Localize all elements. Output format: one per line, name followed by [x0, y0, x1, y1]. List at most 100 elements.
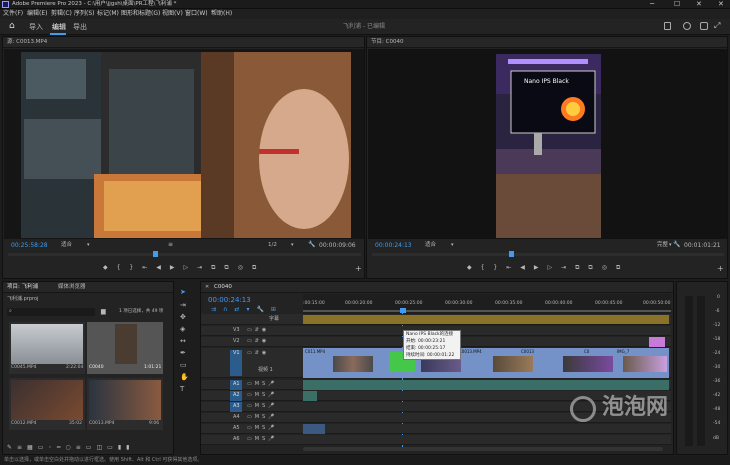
program-scrubber[interactable]	[372, 253, 724, 256]
minimize-button[interactable]: ─	[650, 1, 654, 8]
source-resolution[interactable]: 1/2	[268, 242, 277, 249]
pen-tool-icon[interactable]: ✒	[180, 350, 186, 357]
program-tab[interactable]: 节目: C0040	[371, 39, 403, 46]
project-item-duration: 9:06	[149, 421, 160, 426]
hand-tool-icon[interactable]: ✋	[180, 374, 189, 381]
chevron-down-icon[interactable]: ▾	[87, 243, 90, 248]
meter-scale-label: -48	[713, 407, 721, 412]
source-playhead[interactable]	[153, 251, 158, 257]
program-duration: 00:01:01:21	[684, 242, 721, 249]
wrench-icon[interactable]: 🔧	[673, 242, 680, 248]
settings-icon[interactable]: ≡	[168, 242, 173, 248]
project-item-name: C0040	[89, 365, 104, 370]
tab-export[interactable]: 导出	[73, 24, 87, 31]
fullscreen-icon[interactable]: ⤢	[714, 22, 720, 30]
track-controls[interactable]: ▭⇵◉	[247, 328, 269, 333]
project-bottom-toolbar[interactable]: ✎≡▦▭◦━○≡▭◫▭▮▮	[7, 445, 134, 451]
wrench-icon[interactable]: 🔧	[308, 242, 315, 248]
ruler-label: 00:00:50:00	[643, 301, 671, 306]
add-button-icon[interactable]: +	[355, 265, 362, 273]
watermark: 泡泡网	[570, 392, 700, 426]
project-tab[interactable]: 项目: 飞利浦	[7, 284, 38, 291]
source-viewer[interactable]	[4, 49, 364, 239]
project-item-selected[interactable]: C0040 1:01:21	[87, 322, 163, 374]
quick-export-icon[interactable]	[664, 22, 671, 30]
menu-view[interactable]: 视图(V)	[162, 11, 183, 17]
chevron-down-icon[interactable]: ▾	[669, 243, 672, 248]
menu-help[interactable]: 帮助(H)	[211, 11, 232, 17]
maximize-button[interactable]: ☐	[674, 1, 680, 8]
close-icon[interactable]: ✕	[205, 285, 209, 290]
v1-clips-area[interactable]: C011.MP4 C0013.MP4 C0013 C0 IMG_7	[303, 348, 669, 378]
program-viewer[interactable]: Nano IPS Black	[368, 49, 727, 239]
project-item[interactable]: C0012.MP4 35:02	[9, 378, 85, 430]
home-icon[interactable]: ⌂	[9, 22, 15, 31]
track-controls[interactable]: ▭MS🎤	[247, 404, 277, 409]
time-ruler[interactable]: :00:15:00 00:00:20:00 00:00:25:00 00:00:…	[303, 294, 671, 314]
track-controls[interactable]: ▭MS🎤	[247, 426, 277, 431]
menu-clip[interactable]: 剪辑(C)	[51, 11, 72, 17]
track-controls[interactable]: ▭MS🎤	[247, 415, 277, 420]
slip-tool-icon[interactable]: ↔	[180, 338, 186, 345]
tab-import[interactable]: 导入	[29, 24, 43, 31]
menu-edit[interactable]: 编辑(E)	[27, 11, 47, 17]
chevron-down-icon[interactable]: ▾	[291, 243, 294, 248]
menu-marker[interactable]: 标记(M)	[97, 11, 119, 17]
sequence-tab[interactable]: C0040	[214, 284, 232, 291]
source-fit-dropdown[interactable]: 适合	[61, 242, 72, 249]
audio-clip[interactable]	[303, 380, 669, 390]
track-select-tool-icon[interactable]: ⇥	[180, 302, 186, 309]
chevron-down-icon[interactable]: ▾	[451, 243, 454, 248]
project-item[interactable]: C0045.MP4 2:22:04	[9, 322, 85, 374]
program-timecode[interactable]: 00:00:24:13	[375, 243, 412, 249]
extra-close-button[interactable]: ✕	[718, 1, 724, 8]
program-quality-dropdown[interactable]: 完整	[657, 242, 668, 249]
track-controls[interactable]: ▭MS🎤	[247, 382, 277, 387]
help-icon[interactable]	[683, 22, 691, 30]
watermark-logo-icon	[570, 396, 596, 422]
track-controls[interactable]: ▭MS🎤	[247, 437, 277, 442]
audio-clip[interactable]	[303, 424, 325, 434]
source-transport-controls[interactable]: ◆{}⇤◀▶▷⇥⧉⧉◎⧉	[103, 265, 265, 271]
project-search-input[interactable]: ⌕	[7, 308, 95, 316]
timeline-scrollbar[interactable]	[303, 447, 663, 451]
selection-tool-icon[interactable]: ➤	[180, 289, 186, 296]
subtitle-clip[interactable]	[303, 315, 669, 324]
source-timecode[interactable]: 00:25:58:28	[11, 243, 48, 249]
ripple-edit-tool-icon[interactable]: ✥	[180, 314, 186, 321]
rectangle-tool-icon[interactable]: ▭	[180, 362, 187, 369]
program-playhead[interactable]	[509, 251, 514, 257]
source-monitor-header: 源: C0013.MP4	[3, 37, 364, 48]
track-controls[interactable]: ▭MS🎤	[247, 393, 277, 398]
tooltip-line: 开始: 00:00:23:21	[406, 339, 446, 344]
timeline-settings-icons[interactable]: ⇉∩⇄▾🔧⊞	[211, 307, 283, 313]
notification-icon[interactable]	[700, 22, 708, 30]
menu-file[interactable]: 文件(F)	[3, 11, 23, 17]
type-tool-icon[interactable]: T	[180, 386, 184, 393]
track-controls[interactable]: ▭⇵◉	[247, 339, 269, 344]
menu-graphics[interactable]: 图形和标题(G)	[121, 11, 160, 17]
clip-v2[interactable]	[649, 337, 665, 347]
meter-scale-label: -6	[715, 309, 720, 314]
razor-tool-icon[interactable]: ◈	[180, 326, 185, 333]
media-browser-tab[interactable]: 媒体浏览器	[58, 284, 86, 291]
audio-clip[interactable]	[303, 391, 317, 401]
track-controls[interactable]: ▭⇵◉	[247, 351, 269, 356]
menu-bar: 文件(F) 编辑(E) 剪辑(C) 序列(S) 标记(M) 图形和标题(G) 视…	[0, 9, 730, 19]
work-area-bar[interactable]	[303, 310, 671, 312]
source-tab[interactable]: 源: C0013.MP4	[7, 39, 47, 46]
timeline-playhead-handle[interactable]	[400, 308, 406, 313]
window-title: Adobe Premiere Pro 2023 - C:\用户\jjgsh\桌面…	[12, 1, 177, 7]
source-scrubber[interactable]	[8, 253, 361, 256]
project-item[interactable]: C0013.MP4 9:06	[87, 378, 163, 430]
close-button[interactable]: ✕	[696, 1, 702, 8]
timeline-timecode[interactable]: 00:00:24:13	[208, 297, 251, 304]
menu-window[interactable]: 窗口(W)	[185, 11, 208, 17]
track-label: V1	[233, 350, 240, 356]
tab-edit[interactable]: 编辑	[52, 24, 66, 31]
menu-sequence[interactable]: 序列(S)	[74, 11, 95, 17]
new-bin-icon[interactable]: ▆	[101, 309, 106, 315]
program-fit-dropdown[interactable]: 适合	[425, 242, 436, 249]
program-transport-controls[interactable]: ◆{}⇤◀▶▷⇥⧉⧉◎⧉	[467, 265, 629, 271]
add-button-icon[interactable]: +	[717, 265, 724, 273]
